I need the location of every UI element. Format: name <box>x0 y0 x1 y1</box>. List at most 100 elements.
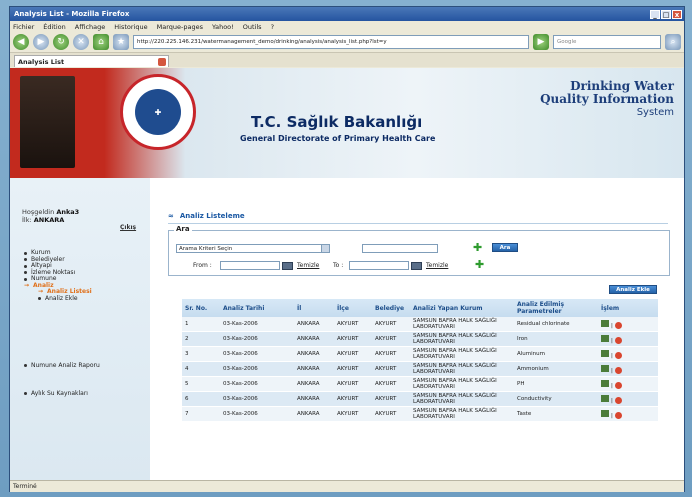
home-icon[interactable]: ⌂ <box>93 34 109 50</box>
table-row: 1 03-Kas-2006 ANKARA AKYURT AKYURT SAMSUN BAF… <box>182 317 658 332</box>
reload-icon[interactable]: ↻ <box>53 34 69 50</box>
menu-fichier[interactable]: Fichier <box>13 23 34 31</box>
web-page: ✚ T.C. Sağlık Bakanlığı General Director… <box>10 68 684 480</box>
add-criteria-icon[interactable]: ✚ <box>473 242 482 253</box>
bullet-icon <box>24 264 27 268</box>
cell: ANKARA <box>294 406 334 422</box>
calendar-icon[interactable] <box>411 262 422 270</box>
delete-icon[interactable] <box>614 411 622 419</box>
delete-icon[interactable] <box>614 321 622 329</box>
table-header-row: Sr. No. Analiz Tarihi İl İlçe Belediye A… <box>182 299 658 317</box>
ministry-seal-logo: ✚ <box>120 74 196 150</box>
edit-icon[interactable] <box>601 334 609 342</box>
browser-window: Analysis List - Mozilla Firefox _ □ x Fi… <box>9 6 685 492</box>
sidebar-item-aylik-su[interactable]: Aylık Su Kaynakları <box>24 390 88 397</box>
sidebar-item-analiz-ekle[interactable]: Analiz Ekle <box>24 295 92 303</box>
cell: 3 <box>182 346 220 362</box>
cell: 03-Kas-2006 <box>220 346 294 362</box>
menu-historique[interactable]: Historique <box>114 23 147 31</box>
cell: Iron <box>514 331 598 347</box>
cell: AKYURT <box>372 361 410 377</box>
cell: ANKARA <box>294 317 334 332</box>
menu-yahoo[interactable]: Yahoo! <box>212 23 234 31</box>
go-icon[interactable]: ▶ <box>533 34 549 50</box>
cell: 03-Kas-2006 <box>220 361 294 377</box>
edit-icon[interactable] <box>601 409 609 417</box>
search-text-input[interactable] <box>362 244 438 253</box>
delete-icon[interactable] <box>614 366 622 374</box>
desktop: Analysis List - Mozilla Firefox _ □ x Fi… <box>0 0 692 497</box>
table-row: 4 03-Kas-2006 ANKARA AKYURT AKYURT SAMSUN BAF… <box>182 361 658 377</box>
url-text: http://220.225.146.231/watermanagement_d… <box>137 39 387 45</box>
search-button[interactable]: Ara <box>492 243 518 252</box>
delete-icon[interactable] <box>614 351 622 359</box>
column-header: Analiz Tarihi <box>220 299 294 317</box>
minimize-button[interactable]: _ <box>650 9 660 19</box>
cell: Residual chlorinate <box>514 317 598 332</box>
cell: AKYURT <box>372 317 410 332</box>
menu-help[interactable]: ? <box>271 23 274 31</box>
edit-icon[interactable] <box>601 319 609 327</box>
column-header: İl <box>294 299 334 317</box>
province-value: ANKARA <box>33 216 65 224</box>
tab-analysis-list[interactable]: Analysis List <box>14 55 169 67</box>
criteria-select[interactable]: Arama Kriteri Seçin <box>176 244 330 253</box>
status-text: Terminé <box>13 483 37 490</box>
criteria-select-value: Arama Kriteri Seçin <box>179 245 233 252</box>
sidebar-item-label: Aylık Su Kaynakları <box>31 390 88 397</box>
search-input[interactable]: Google <box>553 35 661 49</box>
cell: PH <box>514 376 598 392</box>
to-date-input[interactable] <box>349 261 409 270</box>
window-title: Analysis List - Mozilla Firefox <box>14 10 130 18</box>
sidebar-item-numune-analiz-raporu[interactable]: Numune Analiz Raporu <box>24 362 100 369</box>
cell: Aluminum <box>514 346 598 362</box>
address-bar[interactable]: http://220.225.146.231/watermanagement_d… <box>133 35 529 49</box>
column-header: Analizi Yapan Kurum <box>410 299 514 317</box>
clear-from-link[interactable]: Temizle <box>297 262 319 269</box>
maximize-button[interactable]: □ <box>661 9 671 19</box>
add-analysis-button[interactable]: Analiz Ekle <box>609 285 657 294</box>
bookmark-icon[interactable]: ★ <box>113 34 129 50</box>
cell: Conductivity <box>514 391 598 407</box>
from-label: From : <box>193 262 212 269</box>
edit-icon[interactable] <box>601 379 609 387</box>
calendar-icon[interactable] <box>282 262 293 270</box>
cell: 7 <box>182 406 220 422</box>
search-icon[interactable]: ⌕ <box>665 34 681 50</box>
table-row: 6 03-Kas-2006 ANKARA AKYURT AKYURT SAMSUN BAF… <box>182 391 658 407</box>
username: Anka3 <box>56 208 80 216</box>
cell: AKYURT <box>372 346 410 362</box>
to-label: To : <box>333 262 344 269</box>
delete-icon[interactable] <box>614 396 622 404</box>
cell: AKYURT <box>372 391 410 407</box>
cell: ANKARA <box>294 361 334 377</box>
edit-icon[interactable] <box>601 349 609 357</box>
close-tab-icon[interactable] <box>158 57 166 66</box>
search-placeholder: Google <box>557 39 577 45</box>
chevron-down-icon <box>321 245 329 252</box>
cell: Ammonium <box>514 361 598 377</box>
cell: AKYURT <box>334 406 372 422</box>
menu-affichage[interactable]: Affichage <box>75 23 106 31</box>
menu-bar: Fichier Édition Affichage Historique Mar… <box>10 21 684 32</box>
close-button[interactable]: x <box>672 9 682 19</box>
forward-icon[interactable]: ▶ <box>33 34 49 50</box>
from-date-input[interactable] <box>220 261 280 270</box>
delete-icon[interactable] <box>614 336 622 344</box>
edit-icon[interactable] <box>601 364 609 372</box>
clear-to-link[interactable]: Temizle <box>426 262 448 269</box>
menu-outils[interactable]: Outils <box>243 23 262 31</box>
delete-icon[interactable] <box>614 381 622 389</box>
stop-icon[interactable]: ✕ <box>73 34 89 50</box>
back-icon[interactable]: ◀ <box>13 34 29 50</box>
menu-edition[interactable]: Édition <box>43 23 66 31</box>
logout-link[interactable]: Çıkış <box>120 224 136 231</box>
edit-icon[interactable] <box>601 394 609 402</box>
sidebar: Hoşgeldin Anka3 İlk: ANKARA Çıkış Kurum … <box>10 178 150 480</box>
cell: AKYURT <box>372 406 410 422</box>
add-date-icon[interactable]: ✚ <box>475 259 484 270</box>
seal-emblem: ✚ <box>135 89 181 135</box>
menu-marque-pages[interactable]: Marque-pages <box>157 23 203 31</box>
cell: AKYURT <box>334 361 372 377</box>
cell: SAMSUN BAFRA HALK SAĞLIĞI LABORATUVARI <box>410 391 514 407</box>
